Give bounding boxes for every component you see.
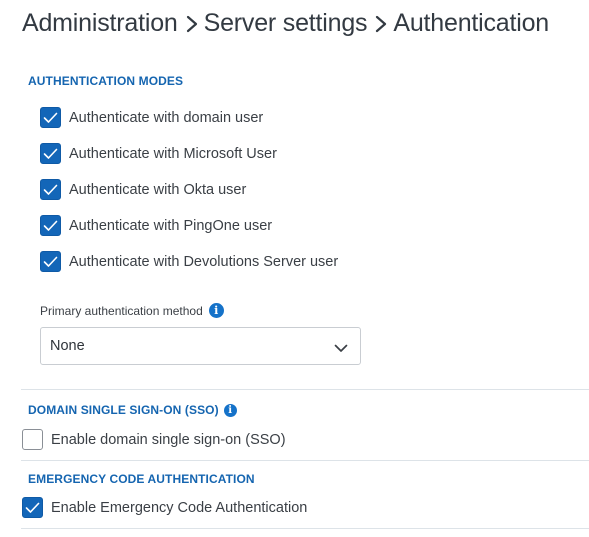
enable-emergency-code-checkbox[interactable]: Enable Emergency Code Authentication [22,497,307,518]
chevron-right-icon [182,6,204,40]
checkbox-checked-icon [40,107,61,128]
checkbox-label: Authenticate with Microsoft User [69,145,277,162]
breadcrumb: Administration Server settings Authentic… [22,6,549,40]
primary-method-select[interactable]: None [40,327,361,365]
auth-modes-title: AUTHENTICATION MODES [28,74,184,88]
primary-method-label: Primary authentication method [40,303,203,318]
sso-title: DOMAIN SINGLE SIGN-ON (SSO) [28,403,219,417]
auth-domain-user-checkbox[interactable]: Authenticate with domain user [40,107,263,128]
breadcrumb-administration[interactable]: Administration [22,9,178,38]
checkbox-label: Authenticate with Okta user [69,181,247,198]
primary-method-label-row: Primary authentication method i [40,303,224,318]
section-divider [21,389,589,390]
auth-pingone-user-checkbox[interactable]: Authenticate with PingOne user [40,215,272,236]
checkbox-checked-icon [40,251,61,272]
sso-title-row: DOMAIN SINGLE SIGN-ON (SSO) i [28,403,237,417]
breadcrumb-authentication: Authentication [393,8,550,37]
chevron-down-icon [334,341,348,357]
checkbox-label: Enable Emergency Code Authentication [51,499,308,516]
auth-devolutions-server-user-checkbox[interactable]: Authenticate with Devolutions Server use… [40,251,338,272]
primary-method-value: None [50,338,85,354]
section-divider [21,528,589,529]
auth-okta-user-checkbox[interactable]: Authenticate with Okta user [40,179,246,200]
checkbox-checked-icon [40,179,61,200]
info-icon[interactable]: i [208,303,224,318]
checkbox-checked-icon [40,143,61,164]
emergency-title: EMERGENCY CODE AUTHENTICATION [28,472,255,486]
auth-microsoft-user-checkbox[interactable]: Authenticate with Microsoft User [40,143,277,164]
breadcrumb-server-settings[interactable]: Server settings [204,9,368,38]
checkbox-unchecked-icon [22,429,43,450]
checkbox-checked-icon [40,215,61,236]
enable-sso-checkbox[interactable]: Enable domain single sign-on (SSO) [22,429,286,450]
checkbox-label: Authenticate with PingOne user [69,217,273,234]
info-icon[interactable]: i [223,403,237,417]
checkbox-label: Enable domain single sign-on (SSO) [51,431,286,448]
checkbox-checked-icon [22,497,43,518]
section-divider [21,460,589,461]
checkbox-label: Authenticate with Devolutions Server use… [69,253,339,270]
chevron-right-icon [371,6,393,40]
checkbox-label: Authenticate with domain user [69,109,264,126]
